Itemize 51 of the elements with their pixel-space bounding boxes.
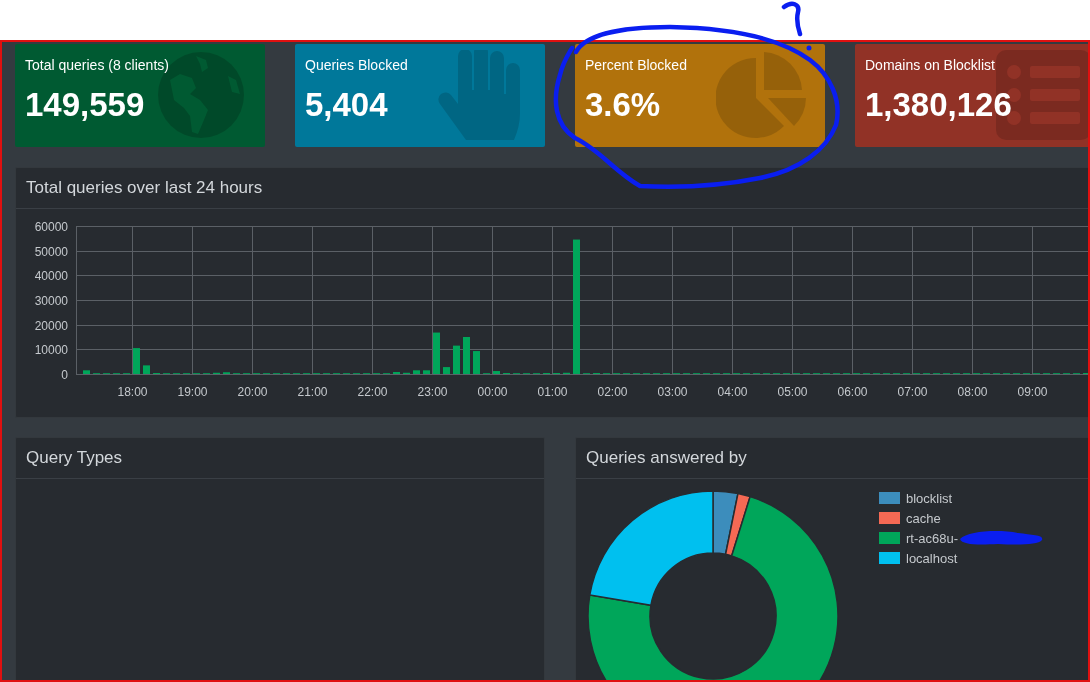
- legend-label: localhost: [906, 550, 958, 566]
- axis-label: 03:00: [657, 385, 688, 399]
- stat-value: 5,404: [305, 86, 388, 124]
- stat-value: 149,559: [25, 86, 145, 124]
- axis-label: 10000: [34, 342, 68, 357]
- legend-label: cache: [906, 510, 941, 526]
- bar: [413, 370, 420, 374]
- axis-label: 09:00: [1017, 385, 1048, 399]
- axis-label: 00:00: [477, 385, 508, 399]
- stat-label: Percent Blocked: [585, 57, 687, 73]
- stat-label: Queries Blocked: [305, 57, 408, 73]
- axis-label: 01:00: [537, 385, 568, 399]
- legend-label: blocklist: [906, 490, 953, 506]
- axis-label: 04:00: [717, 385, 748, 399]
- bar: [453, 345, 460, 374]
- axis-label: 05:00: [777, 385, 808, 399]
- axis-label: 60000: [34, 219, 68, 234]
- legend-label: rt-ac68u-: [906, 530, 959, 546]
- stat-value: 1,380,126: [865, 86, 1012, 124]
- bar: [423, 370, 430, 374]
- axis-label: 19:00: [177, 385, 208, 399]
- stat-value: 3.6%: [585, 86, 661, 124]
- bar: [143, 365, 150, 374]
- axis-label: 18:00: [117, 385, 148, 399]
- stat-label: Total queries (8 clients): [25, 57, 169, 73]
- bar: [473, 351, 480, 374]
- pie-chart-icon: [716, 52, 806, 138]
- bar: [433, 332, 440, 374]
- panel-title: Queries answered by: [586, 448, 747, 468]
- axis-label: 50000: [34, 244, 68, 259]
- bar: [133, 348, 140, 374]
- stat-label: Domains on Blocklist: [865, 57, 995, 73]
- axis-label: 30000: [34, 293, 68, 308]
- axis-label: 22:00: [357, 385, 388, 399]
- bar: [443, 367, 450, 374]
- axis-label: 20000: [34, 318, 68, 333]
- bar: [463, 337, 470, 374]
- panel-title: Total queries over last 24 hours: [26, 178, 263, 198]
- axis-label: 23:00: [417, 385, 448, 399]
- axis-label: 08:00: [957, 385, 988, 399]
- axis-label: 20:00: [237, 385, 268, 399]
- axis-label: 21:00: [297, 385, 328, 399]
- axis-label: 06:00: [837, 385, 868, 399]
- bar: [83, 370, 90, 374]
- axis-label: 40000: [34, 268, 68, 283]
- bar: [493, 371, 500, 374]
- panel-title: Query Types: [26, 448, 123, 468]
- axis-label: 02:00: [597, 385, 628, 399]
- axis-label: 0: [61, 367, 68, 382]
- question-mark-drawing: [781, 1, 812, 51]
- axis-label: 07:00: [897, 385, 928, 399]
